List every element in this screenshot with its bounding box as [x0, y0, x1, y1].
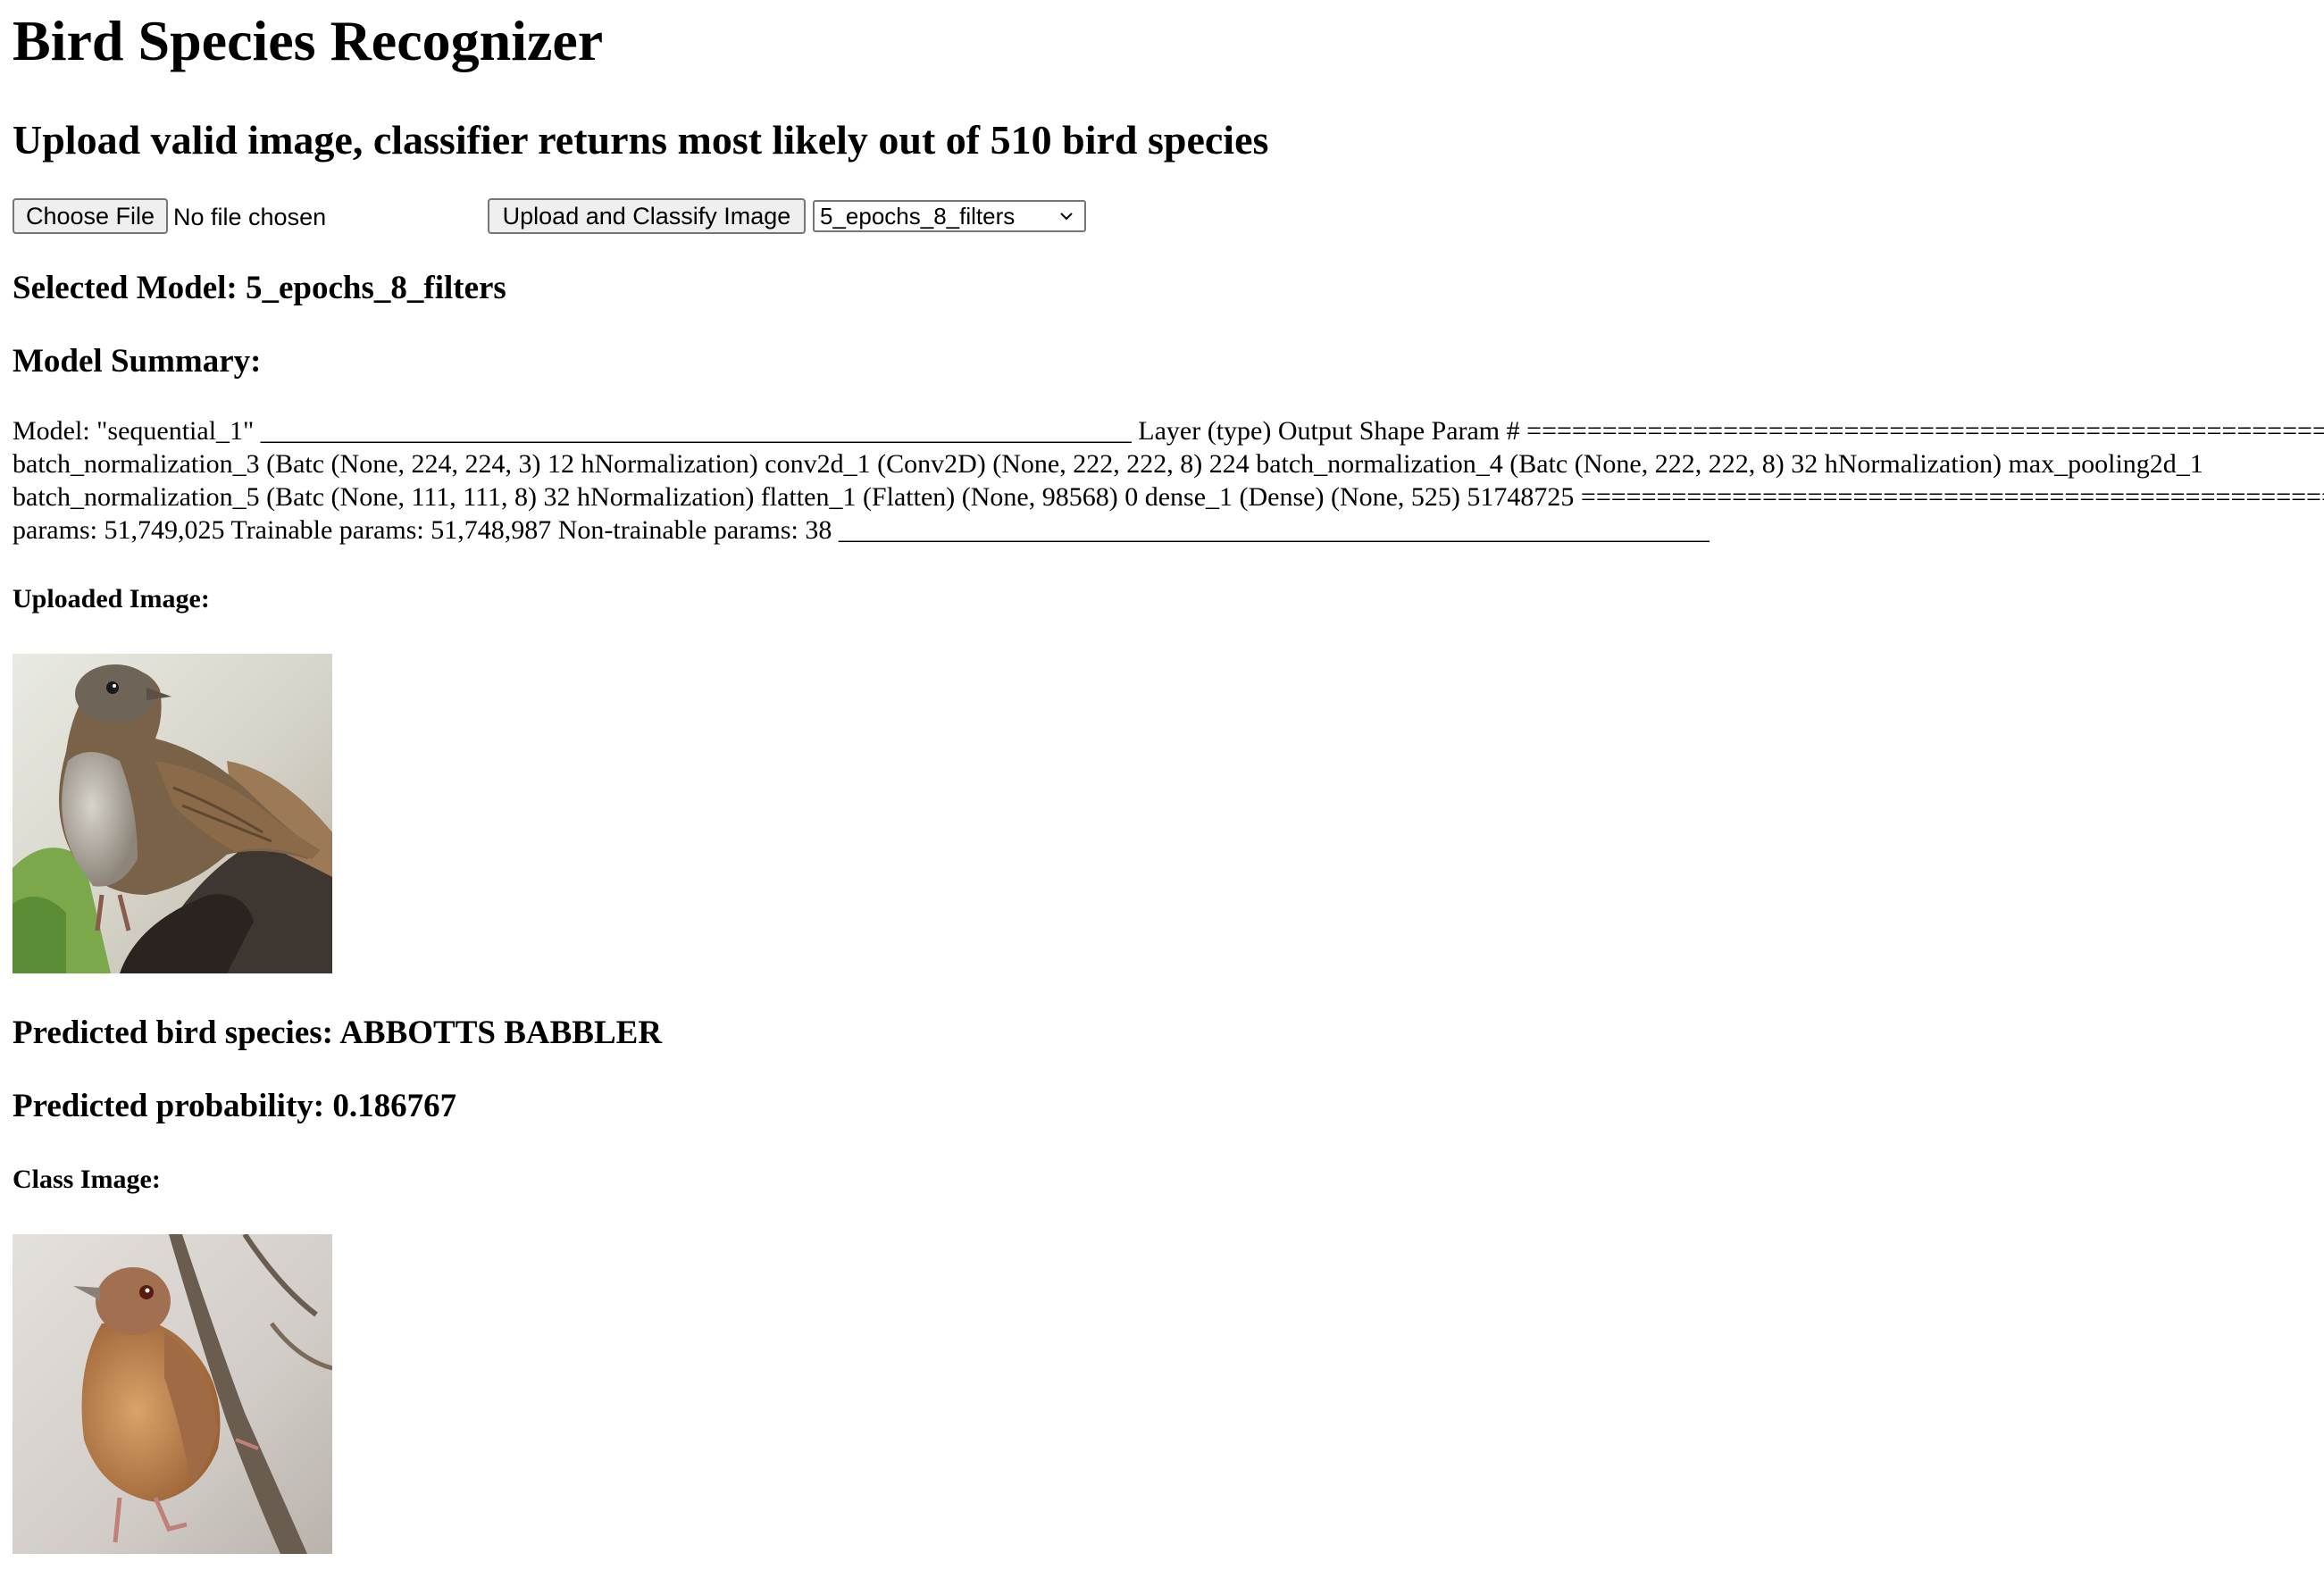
uploaded-image-heading: Uploaded Image:: [13, 584, 210, 614]
choose-file-button[interactable]: Choose File: [13, 198, 168, 234]
file-status-text: No file chosen: [173, 204, 327, 230]
class-image-heading: Class Image:: [13, 1165, 161, 1194]
page-title: Bird Species Recognizer: [13, 9, 604, 72]
summary-line: params: 51,749,025 Trainable params: 51,…: [13, 515, 1710, 545]
predicted-species: Predicted bird species: ABBOTTS BABBLER: [13, 1015, 663, 1051]
predicted-probability: Predicted probability: 0.186767: [13, 1088, 457, 1124]
model-select-value: 5_epochs_8_filters: [820, 203, 1016, 230]
model-summary-heading: Model Summary:: [13, 343, 262, 380]
summary-line: batch_normalization_5 (Batc (None, 111, …: [13, 482, 2324, 512]
summary-line: Model: "sequential_1" __________________…: [13, 416, 2324, 446]
upload-form: Choose File No file chosen Upload and Cl…: [13, 198, 1174, 236]
model-select[interactable]: 5_epochs_8_filters: [813, 200, 1086, 232]
chevron-down-icon: [1060, 213, 1073, 221]
uploaded-bird-illustration: [13, 654, 332, 973]
uploaded-bird-image: [13, 654, 332, 973]
model-summary-text: Model: "sequential_1" __________________…: [13, 414, 2324, 547]
summary-line: batch_normalization_3 (Batc (None, 224, …: [13, 449, 2203, 479]
class-bird-image: [13, 1234, 332, 1554]
selected-model-heading: Selected Model: 5_epochs_8_filters: [13, 270, 506, 306]
upload-classify-button[interactable]: Upload and Classify Image: [488, 198, 806, 234]
page-subtitle: Upload valid image, classifier returns m…: [13, 117, 1269, 163]
class-bird-illustration: [13, 1234, 332, 1554]
